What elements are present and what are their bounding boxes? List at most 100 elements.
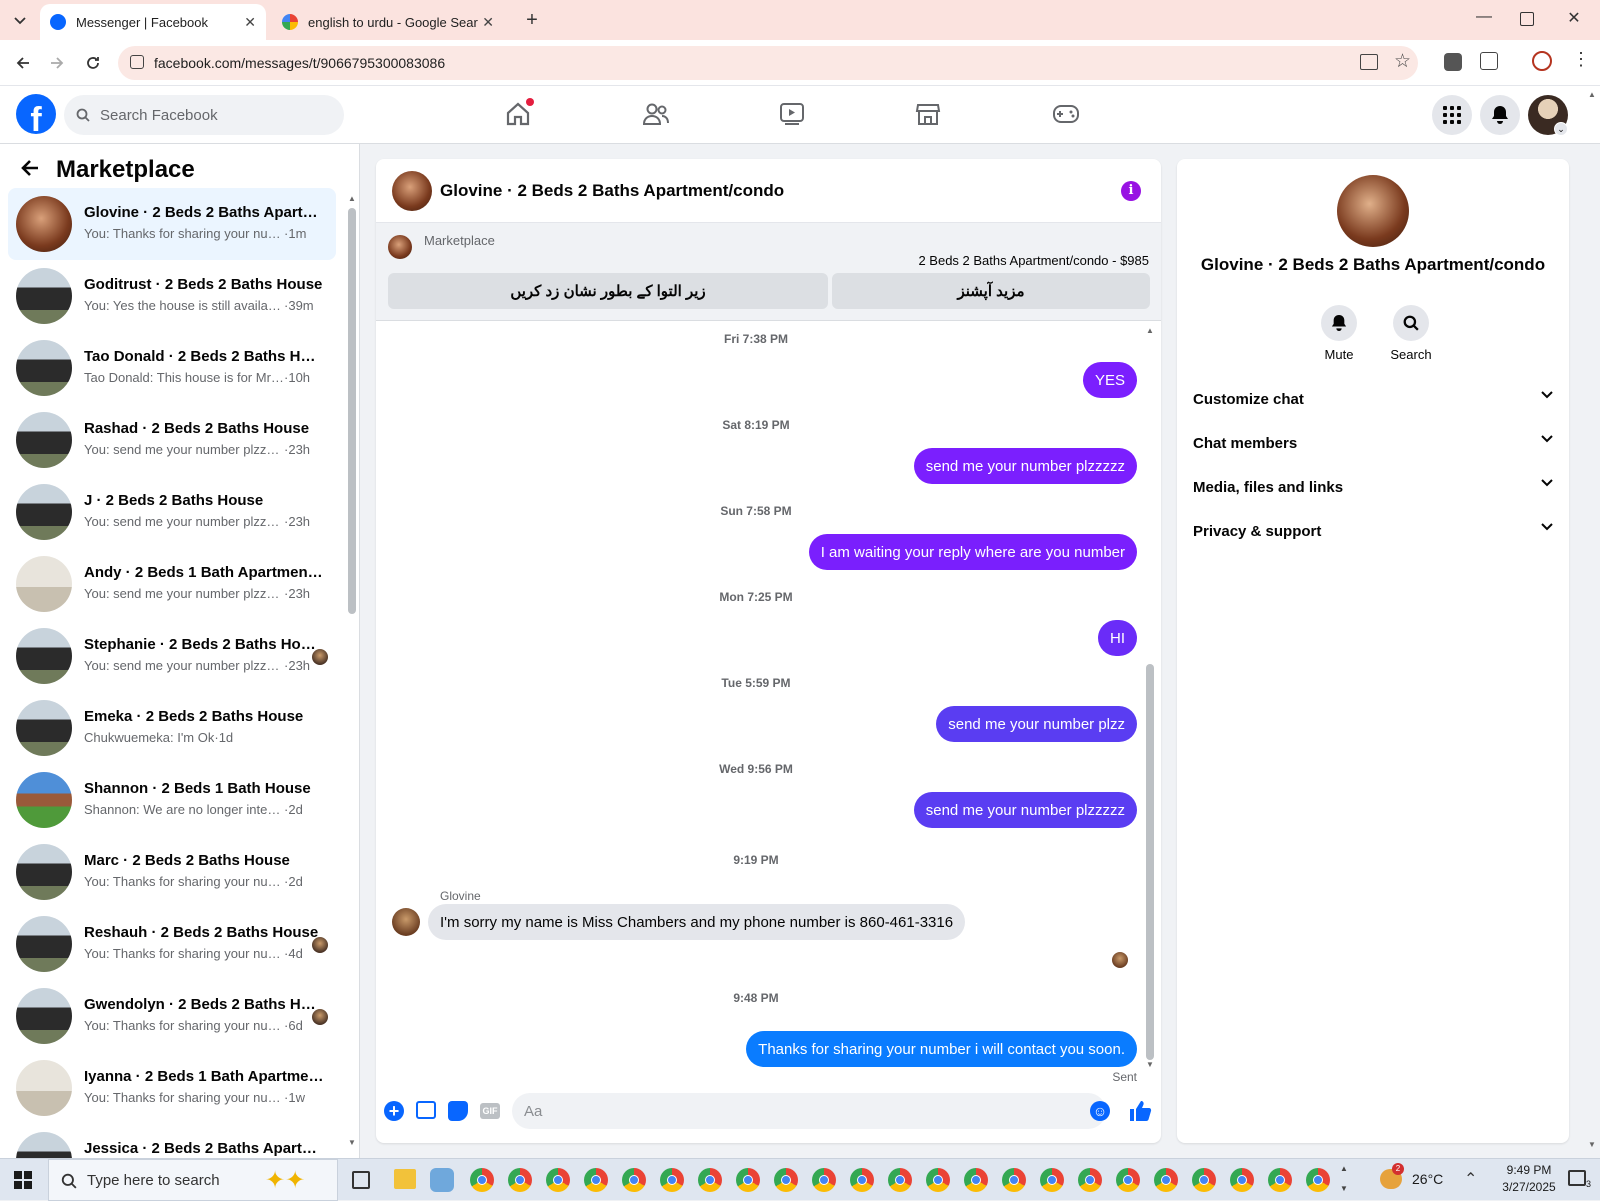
conversation-info-button[interactable]: i xyxy=(1121,181,1141,201)
facebook-logo[interactable]: f xyxy=(16,94,56,134)
conversation-item[interactable]: Marc · 2 Beds 2 Baths House You: Thanks f… xyxy=(8,836,336,908)
site-info-icon[interactable] xyxy=(130,55,144,69)
chat-scrollbar[interactable]: ▲ ▼ xyxy=(1146,326,1154,1071)
chrome-taskbar-icon[interactable] xyxy=(774,1168,798,1192)
sender-avatar[interactable] xyxy=(392,908,420,936)
task-view-icon[interactable] xyxy=(352,1171,370,1189)
marketplace-nav-button[interactable] xyxy=(908,96,948,132)
more-options-button[interactable]: مزید آپشنز xyxy=(832,273,1150,309)
outgoing-message-bubble[interactable]: YES xyxy=(1082,362,1137,398)
gaming-nav-button[interactable] xyxy=(1046,96,1086,132)
taskbar-search-box[interactable]: Type here to search ✦✦ xyxy=(48,1159,338,1201)
more-actions-button[interactable]: + xyxy=(384,1101,404,1121)
outgoing-message-bubble[interactable]: send me your number plzzzzz xyxy=(913,448,1137,484)
chrome-taskbar-icon[interactable] xyxy=(508,1168,532,1192)
conversation-item[interactable]: Reshauh · 2 Beds 2 Baths House You: Thank… xyxy=(8,908,336,980)
scroll-up-arrow[interactable]: ▲ xyxy=(348,194,356,203)
customize-chat-section[interactable]: Customize chat xyxy=(1193,381,1553,417)
forward-button[interactable] xyxy=(44,50,70,76)
tab-messenger[interactable]: Messenger | Facebook ✕ xyxy=(40,4,266,40)
chrome-taskbar-icon[interactable] xyxy=(812,1168,836,1192)
outgoing-message-bubble[interactable]: Thanks for sharing your number i will co… xyxy=(746,1031,1137,1067)
message-input[interactable]: Aa xyxy=(512,1093,1106,1129)
menu-button[interactable] xyxy=(1432,95,1472,135)
mute-button[interactable]: Mute xyxy=(1311,305,1367,362)
extension-icon[interactable] xyxy=(1444,53,1462,71)
chrome-taskbar-icon[interactable] xyxy=(888,1168,912,1192)
outgoing-message-bubble[interactable]: send me your number plzz xyxy=(936,706,1137,742)
chrome-taskbar-icon[interactable] xyxy=(660,1168,684,1192)
incoming-message-bubble[interactable]: I'm sorry my name is Miss Chambers and m… xyxy=(428,904,966,940)
chat-members-section[interactable]: Chat members xyxy=(1193,425,1553,461)
install-app-icon[interactable] xyxy=(1360,54,1378,70)
conversation-item[interactable]: J · 2 Beds 2 Baths House You: send me you… xyxy=(8,476,336,548)
weather-temp[interactable]: 26°C xyxy=(1412,1171,1443,1187)
conversation-item[interactable]: Rashad · 2 Beds 2 Baths House You: send m… xyxy=(8,404,336,476)
minimize-button[interactable]: — xyxy=(1472,8,1496,32)
gif-button[interactable]: GIF xyxy=(480,1103,500,1119)
chrome-taskbar-icon[interactable] xyxy=(1002,1168,1026,1192)
close-tab-icon[interactable]: ✕ xyxy=(244,14,256,31)
chrome-taskbar-icon[interactable] xyxy=(1078,1168,1102,1192)
extensions-puzzle-icon[interactable] xyxy=(1480,52,1498,70)
conversation-item[interactable]: Andy · 2 Beds 1 Bath Apartment/condo You:… xyxy=(8,548,336,620)
chrome-taskbar-icon[interactable] xyxy=(1192,1168,1216,1192)
conversation-item[interactable]: Glovine · 2 Beds 2 Baths Apartment/condo… xyxy=(8,188,336,260)
show-hidden-icons[interactable]: ⌃ xyxy=(1464,1169,1477,1189)
browser-menu-icon[interactable]: ⋮ xyxy=(1572,49,1590,70)
chrome-taskbar-icon[interactable] xyxy=(1306,1168,1330,1192)
chrome-taskbar-icon[interactable] xyxy=(1268,1168,1292,1192)
chat-avatar[interactable] xyxy=(392,171,432,211)
chrome-taskbar-icon[interactable] xyxy=(1040,1168,1064,1192)
conversation-item[interactable]: Gwendolyn · 2 Beds 2 Baths House You: Tha… xyxy=(8,980,336,1052)
conversation-item[interactable]: Tao Donald · 2 Beds 2 Baths House Tao Don… xyxy=(8,332,336,404)
scroll-up-arrow[interactable]: ▲ xyxy=(1146,326,1154,335)
profile-icon[interactable] xyxy=(1532,51,1552,71)
scroll-down-arrow[interactable]: ▼ xyxy=(348,1138,356,1147)
listing-title[interactable]: 2 Beds 2 Baths Apartment/condo - $985 xyxy=(918,253,1149,268)
outgoing-message-bubble[interactable]: send me your number plzzzzz xyxy=(913,792,1137,828)
video-nav-button[interactable] xyxy=(772,96,812,132)
info-avatar[interactable] xyxy=(1337,175,1409,247)
privacy-support-section[interactable]: Privacy & support xyxy=(1193,513,1553,549)
sidebar-scrollbar[interactable]: ▲ ▼ xyxy=(348,194,356,1154)
mark-pending-button[interactable]: زیر التوا کے بطور نشان زد کریں xyxy=(388,273,828,309)
reload-button[interactable] xyxy=(80,50,106,76)
notification-center-icon[interactable] xyxy=(1568,1170,1586,1186)
new-tab-button[interactable]: + xyxy=(520,8,544,32)
notifications-button[interactable] xyxy=(1480,95,1520,135)
conversation-item[interactable]: Iyanna · 2 Beds 1 Bath Apartment/condo Yo… xyxy=(8,1052,336,1124)
chrome-taskbar-icon[interactable] xyxy=(926,1168,950,1192)
back-arrow-button[interactable] xyxy=(20,158,44,182)
sticker-icon[interactable] xyxy=(448,1101,468,1121)
close-window-button[interactable]: ✕ xyxy=(1562,8,1586,32)
home-nav-button[interactable] xyxy=(498,96,538,132)
outgoing-message-bubble[interactable]: HI xyxy=(1098,620,1137,656)
close-tab-icon[interactable]: ✕ xyxy=(482,14,494,31)
facebook-search-input[interactable]: Search Facebook xyxy=(64,95,344,135)
scrollbar-thumb[interactable] xyxy=(1146,664,1154,1060)
taskbar-scroll[interactable]: ▲ ▼ xyxy=(1340,1159,1352,1201)
listing-thumbnail[interactable] xyxy=(388,235,412,259)
restore-button[interactable] xyxy=(1520,12,1534,26)
scroll-down-arrow[interactable]: ▼ xyxy=(1588,1140,1596,1149)
page-scrollbar[interactable]: ▲ ▼ xyxy=(1588,90,1598,1156)
back-button[interactable] xyxy=(10,50,36,76)
conversation-item[interactable]: Stephanie · 2 Beds 2 Baths House You: sen… xyxy=(8,620,336,692)
chrome-taskbar-icon[interactable] xyxy=(546,1168,570,1192)
search-in-conversation-button[interactable]: Search xyxy=(1381,305,1441,362)
chrome-taskbar-icon[interactable] xyxy=(470,1168,494,1192)
tab-search-dropdown[interactable] xyxy=(8,10,32,32)
tab-google-search[interactable]: english to urdu - Google Search ✕ xyxy=(272,4,504,40)
chrome-taskbar-icon[interactable] xyxy=(1230,1168,1254,1192)
like-button[interactable] xyxy=(1128,1099,1152,1123)
start-button[interactable] xyxy=(14,1171,32,1189)
conversation-item[interactable]: Shannon · 2 Beds 1 Bath House Shannon: We… xyxy=(8,764,336,836)
conversation-item[interactable]: Emeka · 2 Beds 2 Baths House Chukwuemeka:… xyxy=(8,692,336,764)
chrome-taskbar-icon[interactable] xyxy=(1154,1168,1178,1192)
clock[interactable]: 9:49 PM 3/27/2025 xyxy=(1488,1162,1570,1196)
chrome-taskbar-icon[interactable] xyxy=(698,1168,722,1192)
chrome-taskbar-icon[interactable] xyxy=(964,1168,988,1192)
paint-app-icon[interactable] xyxy=(430,1168,454,1192)
scrollbar-thumb[interactable] xyxy=(348,208,356,614)
